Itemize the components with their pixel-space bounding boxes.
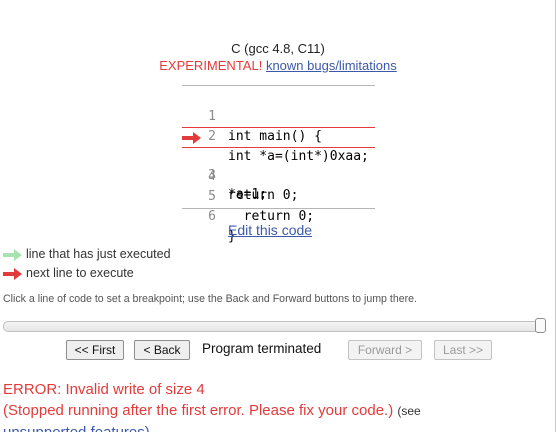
navigation-controls: << First < Back Program terminated Forwa… (0, 340, 556, 362)
legend-next-label: next line to execute (26, 266, 134, 280)
code-line-1[interactable]: 1 int main() { (182, 87, 375, 144)
execution-slider-handle[interactable] (535, 318, 546, 333)
error-line-2: (Stopped running after the first error. … (3, 400, 421, 422)
forward-button[interactable]: Forward > (348, 340, 422, 360)
executed-arrow-icon (3, 248, 22, 261)
code-line-6[interactable]: 6 } (182, 187, 375, 244)
error-line-1: ERROR: Invalid write of size 4 (3, 381, 205, 398)
experimental-notice: EXPERIMENTAL! known bugs/limitations (0, 58, 556, 74)
line-number: 6 (208, 209, 216, 224)
known-bugs-link[interactable]: known bugs/limitations (266, 58, 397, 73)
execution-slider-track[interactable] (3, 321, 542, 332)
next-arrow-icon (3, 267, 22, 280)
last-button[interactable]: Last >> (434, 340, 492, 360)
back-button[interactable]: < Back (134, 340, 190, 360)
code-line-2[interactable]: 2 int *a=(int*)0xaa; (182, 107, 375, 164)
legend-executed: line that has just executed (3, 246, 171, 262)
error-line-3: unsupported features) (3, 422, 421, 432)
legend-executed-label: line that has just executed (26, 247, 171, 261)
execution-status: Program terminated (202, 341, 322, 356)
legend-next: next line to execute (3, 265, 134, 281)
language-header: C (gcc 4.8, C11) EXPERIMENTAL! known bug… (0, 41, 556, 74)
breakpoint-hint: Click a line of code to set a breakpoint… (3, 293, 417, 305)
code-line-5[interactable]: 5 return 0; (182, 167, 375, 224)
unsupported-features-link[interactable]: unsupported features) (3, 424, 150, 432)
language-label: C (gcc 4.8, C11) (231, 41, 325, 56)
visualizer-frame: C (gcc 4.8, C11) EXPERIMENTAL! known bug… (0, 0, 556, 432)
experimental-label: EXPERIMENTAL! (159, 58, 263, 73)
edit-code-link[interactable]: Edit this code (228, 222, 312, 238)
code-line-4[interactable]: 4 return 0; (182, 147, 375, 203)
first-button[interactable]: << First (66, 340, 124, 360)
code-line-3[interactable]: 3 *a=1; (182, 127, 375, 202)
code-display: 1 int main() { 2 int *a=(int*)0xaa; 3 *a… (182, 85, 375, 244)
error-message: ERROR: Invalid write of size 4 (Stopped … (3, 379, 421, 432)
next-line-arrow-icon (182, 132, 201, 144)
error-see-text: (see (397, 404, 421, 418)
error-stopped-text: (Stopped running after the first error. … (3, 402, 394, 419)
